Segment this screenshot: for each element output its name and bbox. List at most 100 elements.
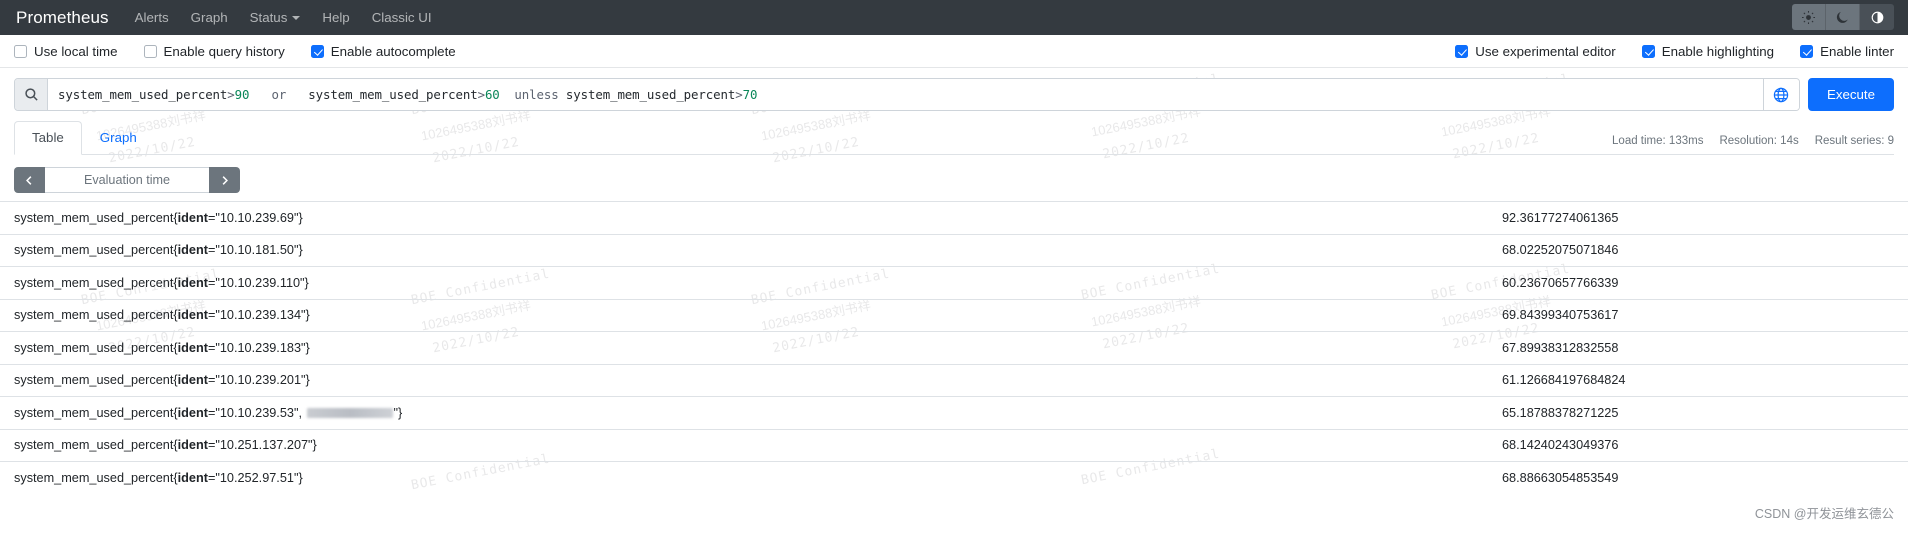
value-cell: 68.02252075071846 — [1488, 233, 1908, 267]
table-row[interactable]: system_mem_used_percent{ident="10.10.239… — [0, 298, 1908, 332]
query-expression-input[interactable]: system_mem_used_percent > 90 or system_m… — [48, 79, 1763, 110]
checkbox-box — [14, 44, 27, 58]
nav-item-classic-ui[interactable]: Classic UI — [372, 10, 432, 25]
query-token: > — [227, 87, 235, 102]
checkbox-label: Enable linter — [1820, 43, 1894, 59]
nav-item-label: Classic UI — [371, 10, 432, 25]
nav-item-alerts[interactable]: Alerts — [135, 10, 169, 25]
nav-item-label: Alerts — [134, 10, 169, 25]
label-value: "10.10.239.53", — [215, 405, 306, 420]
contrast-icon[interactable] — [1860, 4, 1894, 30]
checkbox-enable-query-history[interactable]: Enable query history — [143, 43, 285, 59]
label-value: "10.10.239.201"} — [215, 373, 310, 387]
chevron-right-icon[interactable] — [209, 167, 240, 193]
evaluation-time-row: Evaluation time — [0, 155, 1908, 201]
label-key: ident — [177, 438, 208, 452]
label-value: "10.252.97.51"} — [215, 470, 303, 485]
tab-list: Table Graph Load time: 133ms Resolution:… — [14, 119, 1894, 155]
table-row[interactable]: system_mem_used_percent{ident="10.10.239… — [0, 363, 1908, 397]
query-token: > — [477, 87, 485, 102]
checkbox-use-experimental-editor[interactable]: Use experimental editor — [1455, 43, 1616, 59]
label-key: ident — [177, 210, 208, 225]
csdn-attribution: CSDN @开发运维玄德公 — [1754, 507, 1894, 521]
checkbox-box — [1641, 44, 1655, 58]
metric-cell: system_mem_used_percent{ident="10.10.239… — [0, 363, 1488, 397]
moon-icon[interactable] — [1826, 4, 1860, 30]
checkbox-box — [1800, 44, 1814, 58]
table-row[interactable]: system_mem_used_percent{ident="10.10.181… — [0, 233, 1908, 267]
stat-result-series: Result series: 9 — [1814, 135, 1894, 147]
tabs-section: Table Graph Load time: 133ms Resolution:… — [0, 119, 1908, 155]
table-row[interactable]: system_mem_used_percent{ident="10.251.13… — [0, 428, 1908, 462]
theme-toggle-group — [1792, 4, 1894, 30]
sun-icon[interactable] — [1792, 4, 1826, 30]
metric-cell: system_mem_used_percent{ident="10.10.181… — [0, 233, 1488, 267]
query-token: system_mem_used_percent — [565, 87, 736, 102]
nav-item-status[interactable]: Status — [250, 10, 301, 25]
query-token: > — [735, 87, 743, 102]
checkbox-box — [310, 44, 324, 58]
chevron-left-icon[interactable] — [14, 167, 45, 193]
table-row[interactable]: system_mem_used_percent{ident="10.10.239… — [0, 331, 1908, 364]
nav-item-help[interactable]: Help — [322, 10, 349, 25]
evaluation-time-input[interactable]: Evaluation time — [45, 167, 209, 193]
brand-title[interactable]: Prometheus — [16, 8, 109, 28]
value-cell: 69.84399340753617 — [1488, 298, 1908, 332]
checkbox-enable-highlighting[interactable]: Enable highlighting — [1641, 43, 1775, 59]
label-key: ident — [177, 470, 208, 485]
evaluation-time-group: Evaluation time — [14, 167, 240, 193]
value-cell: 65.18788378271225 — [1488, 396, 1908, 429]
tab-table[interactable]: Table — [14, 121, 82, 155]
nav-item-label: Help — [322, 10, 350, 25]
metric-cell: system_mem_used_percent{ident="10.10.239… — [0, 396, 1488, 429]
label-value-suffix: "} — [393, 405, 403, 420]
query-token: 90 — [234, 87, 250, 102]
checkbox-enable-autocomplete[interactable]: Enable autocomplete — [310, 43, 456, 59]
chevron-down-icon — [292, 15, 301, 20]
tab-graph[interactable]: Graph — [82, 121, 155, 155]
metric-cell: system_mem_used_percent{ident="10.252.97… — [0, 461, 1488, 494]
value-cell: 61.126684197684824 — [1488, 363, 1908, 397]
label-key: ident — [177, 308, 208, 322]
globe-icon[interactable] — [1762, 79, 1799, 110]
value-cell: 68.14240243049376 — [1488, 428, 1908, 462]
checkbox-use-local-time[interactable]: Use local time — [14, 44, 118, 59]
metric-cell: system_mem_used_percent{ident="10.10.239… — [0, 331, 1488, 364]
checkbox-label: Enable highlighting — [1661, 43, 1775, 59]
metric-prefix: system_mem_used_percent{ — [14, 438, 178, 452]
checkbox-label: Enable query history — [163, 43, 285, 59]
nav-item-label: Status — [249, 10, 288, 25]
label-value: "10.10.239.110"} — [215, 275, 309, 290]
checkbox-label: Use experimental editor — [1475, 43, 1616, 59]
metric-prefix: system_mem_used_percent{ — [14, 308, 178, 322]
search-icon — [15, 79, 48, 110]
table-row[interactable]: system_mem_used_percent{ident="10.10.239… — [0, 201, 1908, 234]
table-row[interactable]: system_mem_used_percent{ident="10.10.239… — [0, 266, 1908, 299]
table-row[interactable]: system_mem_used_percent{ident="10.252.97… — [0, 461, 1908, 494]
query-token: 60 — [484, 87, 500, 102]
options-bar-right: Use experimental editor Enable highlight… — [1455, 44, 1894, 59]
query-token: or — [249, 87, 309, 102]
checkbox-label: Enable autocomplete — [330, 43, 456, 59]
stat-resolution: Resolution: 14s — [1719, 135, 1799, 147]
label-value: "10.10.239.134"} — [215, 308, 310, 322]
label-value: "10.10.239.69"} — [215, 210, 303, 225]
execute-button[interactable]: Execute — [1807, 78, 1894, 111]
query-stats: Load time: 133ms Resolution: 14s Result … — [1612, 135, 1894, 154]
nav-item-graph[interactable]: Graph — [191, 10, 228, 25]
result-table: system_mem_used_percent{ident="10.10.239… — [0, 201, 1908, 494]
query-token: system_mem_used_percent — [58, 87, 228, 102]
checkbox-box — [1455, 44, 1469, 58]
checkbox-label: Use local time — [34, 43, 118, 59]
table-row[interactable]: system_mem_used_percent{ident="10.10.239… — [0, 396, 1908, 429]
query-token: unless — [499, 87, 566, 102]
metric-prefix: system_mem_used_percent{ — [14, 373, 178, 387]
label-key: ident — [177, 275, 208, 290]
label-value: "10.10.181.50"} — [215, 243, 303, 257]
checkbox-enable-linter[interactable]: Enable linter — [1800, 44, 1894, 59]
navbar: Prometheus Alerts Graph Status Help Clas… — [0, 0, 1908, 35]
nav-item-label: Graph — [190, 10, 228, 25]
metric-cell: system_mem_used_percent{ident="10.10.239… — [0, 266, 1488, 299]
label-key: ident — [177, 373, 208, 387]
metric-prefix: system_mem_used_percent{ — [14, 243, 178, 257]
